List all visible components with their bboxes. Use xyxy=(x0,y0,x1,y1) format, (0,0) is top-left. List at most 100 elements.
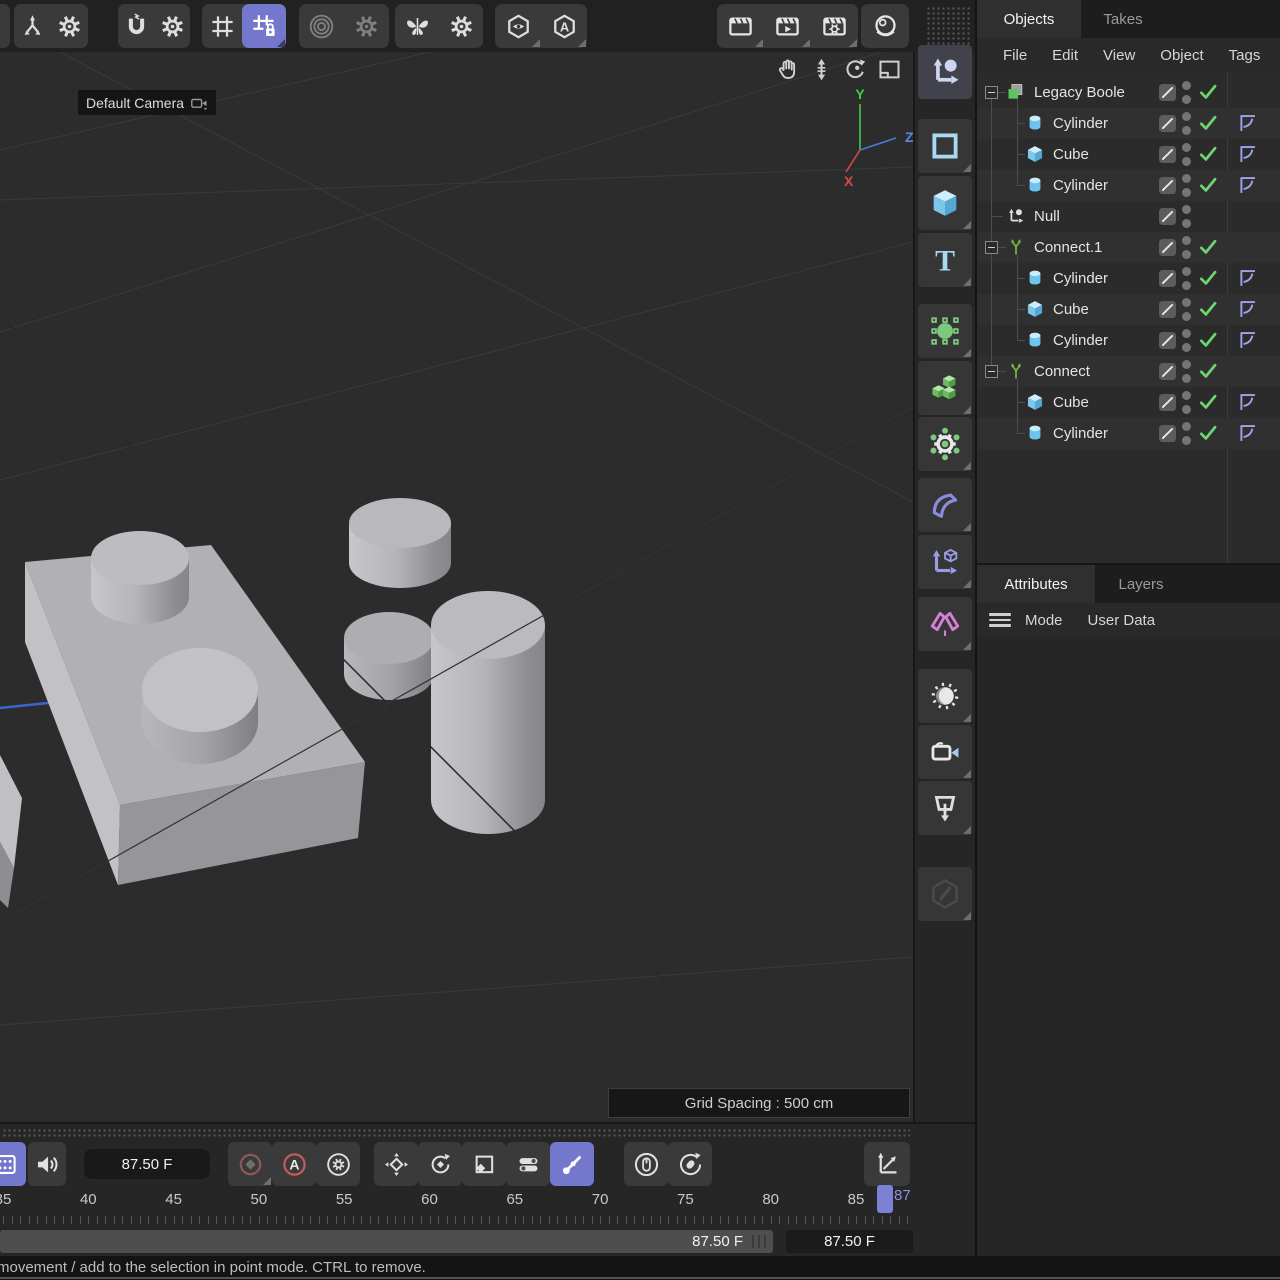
viewport-3d[interactable]: Default Camera Y Z X Grid Spacing : 500 … xyxy=(0,52,913,1122)
subdivision-surface-button[interactable] xyxy=(918,304,972,358)
render-visibility-dot[interactable] xyxy=(1182,95,1191,104)
lego-brick[interactable] xyxy=(25,531,365,885)
phong-tag-icon[interactable] xyxy=(1237,268,1258,289)
editor-visibility-dot[interactable] xyxy=(1182,143,1191,152)
tree-row-null[interactable]: Null xyxy=(977,201,1280,232)
rotate-view-button[interactable] xyxy=(842,56,869,83)
end-frame-field[interactable]: 87.50 F xyxy=(786,1230,913,1253)
layer-edit-toggle[interactable] xyxy=(1159,146,1176,163)
playhead-marker[interactable] xyxy=(877,1185,893,1213)
mouse-rotate-button[interactable] xyxy=(668,1142,712,1186)
attributes-menu-user-data[interactable]: User Data xyxy=(1088,612,1156,629)
cloner-gear-button[interactable] xyxy=(918,417,972,471)
sphere-camera-button[interactable] xyxy=(861,4,909,48)
attributes-hamburger-icon[interactable] xyxy=(989,613,1011,627)
objects-menu-tags[interactable]: Tags xyxy=(1229,47,1261,64)
enabled-checkmark[interactable] xyxy=(1198,330,1218,350)
object-label[interactable]: Cylinder xyxy=(1053,418,1108,449)
object-label[interactable]: Cylinder xyxy=(1053,170,1108,201)
cylinder-small-mid[interactable] xyxy=(344,612,434,700)
grid-button[interactable] xyxy=(202,4,242,48)
object-label[interactable]: Legacy Boole xyxy=(1034,77,1125,108)
move-axis-button[interactable] xyxy=(918,45,972,99)
concentric-circles-button[interactable] xyxy=(299,4,344,48)
objects-menu-file[interactable]: File xyxy=(1003,47,1027,64)
slider-grip[interactable] xyxy=(752,1235,754,1248)
objects-tab-objects[interactable]: Objects xyxy=(977,0,1081,38)
objects-menu-object[interactable]: Object xyxy=(1160,47,1203,64)
array-cubes-button[interactable] xyxy=(918,361,972,415)
slider-grip[interactable] xyxy=(764,1235,766,1248)
enabled-checkmark[interactable] xyxy=(1198,237,1218,257)
layer-edit-toggle[interactable] xyxy=(1159,239,1176,256)
editor-visibility-dot[interactable] xyxy=(1182,236,1191,245)
tree-row-connect-1[interactable]: Connect.1 xyxy=(977,232,1280,263)
editor-visibility-dot[interactable] xyxy=(1182,298,1191,307)
gear-button[interactable] xyxy=(51,4,88,48)
enabled-checkmark[interactable] xyxy=(1198,299,1218,319)
object-label[interactable]: Cylinder xyxy=(1053,108,1108,139)
tree-row-legacy boole[interactable]: Legacy Boole xyxy=(977,77,1280,108)
objects-menu-view[interactable]: View xyxy=(1103,47,1135,64)
fcurve-axes-button[interactable] xyxy=(864,1142,910,1186)
expand-collapse-box[interactable] xyxy=(985,365,998,378)
layer-edit-toggle[interactable] xyxy=(1159,332,1176,349)
render-visibility-dot[interactable] xyxy=(1182,312,1191,321)
dolly-arrows-button[interactable] xyxy=(808,56,835,83)
partial-brick[interactable] xyxy=(0,755,22,908)
layer-edit-toggle[interactable] xyxy=(1159,270,1176,287)
layer-edit-toggle[interactable] xyxy=(1159,363,1176,380)
object-label[interactable]: Cube xyxy=(1053,294,1089,325)
gear-button[interactable] xyxy=(154,4,190,48)
render-visibility-dot[interactable] xyxy=(1182,281,1191,290)
expand-collapse-box[interactable] xyxy=(985,241,998,254)
camera-label[interactable]: Default Camera xyxy=(78,90,216,115)
hex-letter-a-button[interactable]: A xyxy=(541,4,587,48)
keyframe-gear-button[interactable] xyxy=(316,1142,360,1186)
editor-visibility-dot[interactable] xyxy=(1182,174,1191,183)
editor-visibility-dot[interactable] xyxy=(1182,112,1191,121)
attributes-menu-mode[interactable]: Mode xyxy=(1025,612,1063,629)
grid-lock-button[interactable] xyxy=(242,4,286,48)
editor-visibility-dot[interactable] xyxy=(1182,360,1191,369)
render-visibility-dot[interactable] xyxy=(1182,157,1191,166)
phong-tag-icon[interactable] xyxy=(1237,175,1258,196)
speaker-button[interactable] xyxy=(28,1142,66,1186)
key-params-button[interactable] xyxy=(506,1142,550,1186)
camera-object-button[interactable] xyxy=(918,725,972,779)
hex-eye-button[interactable] xyxy=(495,4,541,48)
object-label[interactable]: Cylinder xyxy=(1053,325,1108,356)
phong-tag-icon[interactable] xyxy=(1237,144,1258,165)
text-tool-button[interactable]: T xyxy=(918,233,972,287)
current-frame-field[interactable]: 87.50 F xyxy=(84,1149,210,1179)
render-visibility-dot[interactable] xyxy=(1182,126,1191,135)
timeline-drag-handle[interactable] xyxy=(2,1128,910,1137)
enabled-checkmark[interactable] xyxy=(1198,423,1218,443)
object-label[interactable]: Connect xyxy=(1034,356,1090,387)
pan-hand-button[interactable] xyxy=(774,56,801,83)
key-position-button[interactable] xyxy=(374,1142,418,1186)
timeline-ruler[interactable]: 3540455055606570758085 xyxy=(0,1187,975,1213)
layer-edit-toggle[interactable] xyxy=(1159,208,1176,225)
enabled-checkmark[interactable] xyxy=(1198,82,1218,102)
layer-edit-toggle[interactable] xyxy=(1159,84,1176,101)
objects-tab-takes[interactable]: Takes xyxy=(1081,0,1165,38)
render-visibility-dot[interactable] xyxy=(1182,343,1191,352)
enabled-checkmark[interactable] xyxy=(1198,175,1218,195)
symmetry-fields-button[interactable] xyxy=(918,597,972,651)
key-rotation-button[interactable] xyxy=(418,1142,462,1186)
editor-visibility-dot[interactable] xyxy=(1182,267,1191,276)
layer-edit-toggle[interactable] xyxy=(1159,425,1176,442)
render-visibility-dot[interactable] xyxy=(1182,436,1191,445)
object-label[interactable]: Connect.1 xyxy=(1034,232,1102,263)
butterfly-button[interactable] xyxy=(395,4,439,48)
enabled-checkmark[interactable] xyxy=(1198,113,1218,133)
layer-edit-toggle[interactable] xyxy=(1159,394,1176,411)
attributes-tab-layers[interactable]: Layers xyxy=(1095,565,1187,603)
render-view-button[interactable] xyxy=(717,4,764,48)
enabled-checkmark[interactable] xyxy=(1198,144,1218,164)
keyframe-circle-button[interactable] xyxy=(228,1142,272,1186)
spread-arrows-button[interactable] xyxy=(14,4,51,48)
object-label[interactable]: Cylinder xyxy=(1053,263,1108,294)
axis-workplane-button[interactable] xyxy=(918,535,972,589)
